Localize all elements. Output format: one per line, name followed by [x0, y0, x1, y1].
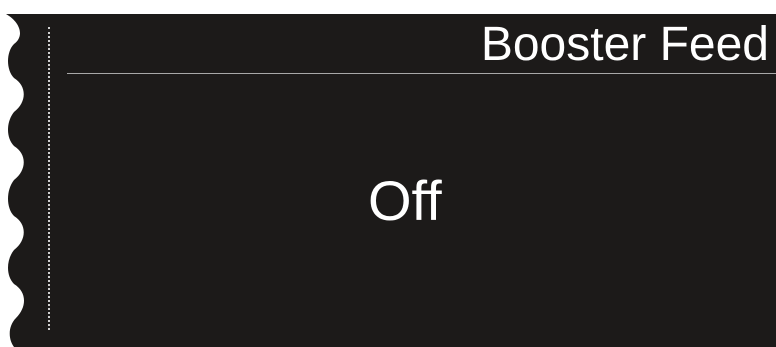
panel-title: Booster Feed	[480, 18, 769, 71]
booster-feed-stage: Booster Feed Off	[0, 0, 776, 347]
booster-feed-panel[interactable]: Booster Feed Off	[0, 0, 776, 347]
feed-state-value: Off	[368, 169, 442, 232]
perforation-line	[48, 27, 50, 330]
title-divider	[67, 73, 776, 74]
